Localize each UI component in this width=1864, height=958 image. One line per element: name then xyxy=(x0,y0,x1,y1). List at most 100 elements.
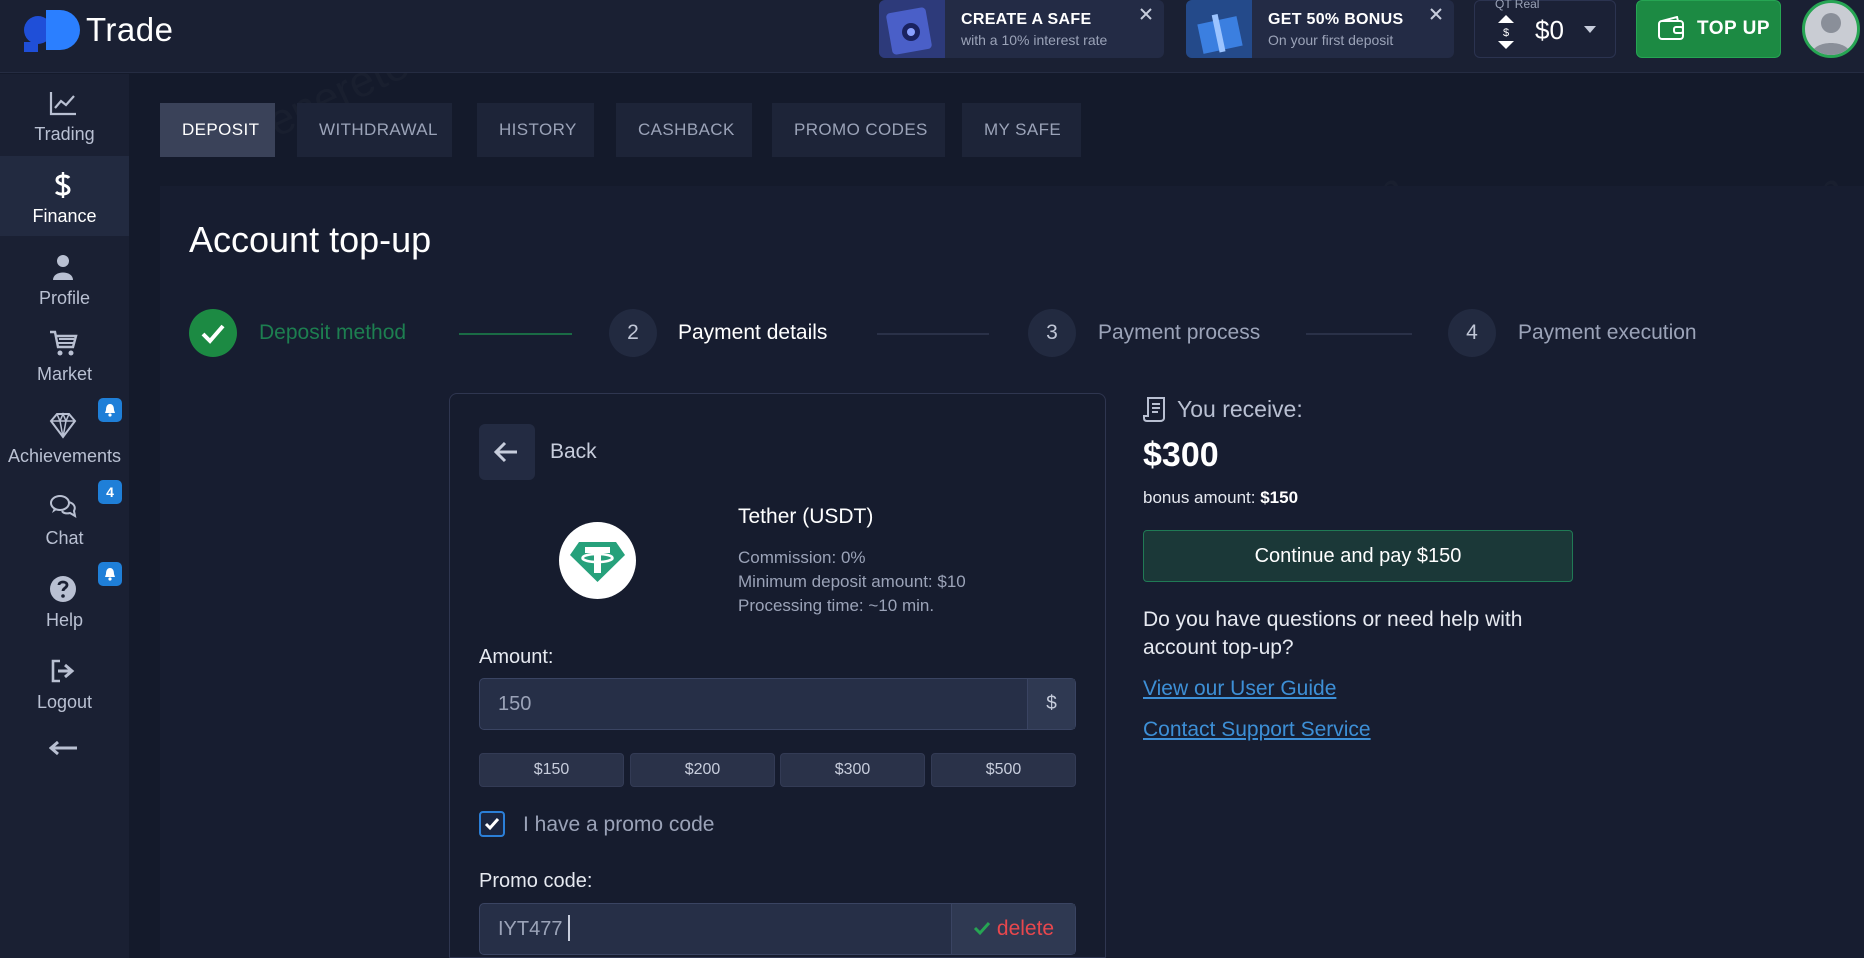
close-icon[interactable] xyxy=(1138,6,1154,22)
promo-title: CREATE A SAFE xyxy=(961,10,1092,28)
receive-label: You receive: xyxy=(1177,396,1303,422)
dollar-icon xyxy=(54,172,71,198)
chevron-down-icon[interactable] xyxy=(1583,25,1597,35)
page-title: Account top-up xyxy=(189,219,432,260)
tether-logo xyxy=(559,522,636,599)
sidebar-item-label: Market xyxy=(36,364,92,384)
collapse-arrow-icon[interactable] xyxy=(49,740,79,756)
step-3-label: Payment process xyxy=(1098,321,1261,344)
tab-my-safe[interactable]: MY SAFE xyxy=(962,103,1081,157)
promo-code-checkbox[interactable] xyxy=(479,811,505,837)
quick-amount-button[interactable]: $150 xyxy=(479,753,624,787)
sidebar-item-label: Logout xyxy=(36,692,93,712)
user-guide-link[interactable]: View our User Guide xyxy=(1143,677,1336,701)
promo-create-safe[interactable]: CREATE A SAFE with a 10% interest rate xyxy=(879,0,1164,58)
step-2-label: Payment details xyxy=(678,321,828,344)
promo-code-label: Promo code: xyxy=(479,870,593,892)
tab-history[interactable]: HISTORY xyxy=(477,103,594,157)
check-icon xyxy=(973,921,991,936)
sidebar-item-chat[interactable]: Chat 4 xyxy=(0,478,129,558)
check-icon xyxy=(484,818,500,831)
sidebar-item-label: Profile xyxy=(38,288,91,308)
receive-amount: $300 xyxy=(1143,436,1219,474)
check-icon xyxy=(201,324,225,344)
continue-pay-button[interactable]: Continue and pay $150 xyxy=(1143,530,1573,582)
sidebar-item-market[interactable]: Market xyxy=(0,314,129,394)
notification-badge xyxy=(98,398,122,422)
contact-support-link[interactable]: Contact Support Service xyxy=(1143,718,1371,742)
step-4-number: 4 xyxy=(1448,309,1496,357)
delete-label: delete xyxy=(996,917,1055,940)
dollar-swap-icon: $ xyxy=(1498,15,1514,49)
sidebar-item-help[interactable]: Help xyxy=(0,560,129,640)
sidebar-item-achievements[interactable]: Achievements xyxy=(0,396,129,476)
sidebar-item-finance[interactable]: Finance xyxy=(0,156,129,236)
arrow-left-icon xyxy=(493,441,517,463)
help-question: Do you have questions or need help with … xyxy=(1143,608,1523,659)
cart-icon xyxy=(50,330,78,356)
amount-label: Amount: xyxy=(479,646,554,668)
sidebar-item-label: Finance xyxy=(32,206,97,226)
sidebar-item-profile[interactable]: Profile xyxy=(0,238,129,318)
promo-title: GET 50% BONUS xyxy=(1268,10,1404,28)
delete-promo-button[interactable]: delete xyxy=(951,904,1075,954)
promo-code-input[interactable] xyxy=(480,904,950,954)
bonus-value: $150 xyxy=(1260,488,1299,507)
sidebar: Trading Finance Profile Market Achieveme… xyxy=(0,74,129,958)
bell-icon xyxy=(105,404,115,417)
quick-amount-button[interactable]: $300 xyxy=(780,753,925,787)
bell-icon xyxy=(105,568,115,581)
step-4-label: Payment execution xyxy=(1518,321,1697,344)
user-silhouette-icon xyxy=(1811,13,1851,55)
account-selector[interactable]: QT Real $ $0 xyxy=(1474,0,1616,58)
step-1-complete xyxy=(189,309,237,357)
tether-icon xyxy=(570,542,625,582)
close-icon[interactable] xyxy=(1428,6,1444,22)
sidebar-item-label: Chat xyxy=(45,528,84,548)
chat-count-badge: 4 xyxy=(98,480,122,504)
top-up-label: TOP UP xyxy=(1697,18,1771,39)
promo-subtitle: On your first deposit xyxy=(1268,31,1394,48)
quick-amount-button[interactable]: $500 xyxy=(931,753,1076,787)
step-connector xyxy=(877,333,989,335)
safe-icon xyxy=(879,0,945,58)
step-3-number: 3 xyxy=(1028,309,1076,357)
step-connector xyxy=(459,333,572,335)
receipt-icon xyxy=(1143,397,1165,422)
step-1-label: Deposit method xyxy=(259,321,407,344)
currency-suffix: $ xyxy=(1027,679,1075,729)
tab-promo-codes[interactable]: PROMO CODES xyxy=(772,103,945,157)
sidebar-item-label: Trading xyxy=(34,124,95,144)
sidebar-item-logout[interactable]: Logout xyxy=(0,642,129,722)
amount-field: $ xyxy=(479,678,1076,730)
sidebar-item-trading[interactable]: Trading xyxy=(0,74,129,154)
tab-deposit[interactable]: DEPOSIT xyxy=(160,103,275,157)
sidebar-item-label: Help xyxy=(45,610,84,630)
promo-subtitle: with a 10% interest rate xyxy=(961,31,1108,48)
avatar[interactable] xyxy=(1802,0,1860,58)
currency-symbol: $ xyxy=(1503,27,1509,39)
back-button[interactable] xyxy=(479,424,535,480)
processing-time-text: Processing time: ~10 min. xyxy=(738,596,935,615)
promo-bonus[interactable]: GET 50% BONUS On your first deposit xyxy=(1186,0,1454,58)
tab-withdrawal[interactable]: WITHDRAWAL xyxy=(297,103,452,157)
commission-text: Commission: 0% xyxy=(738,548,866,567)
min-deposit-text: Minimum deposit amount: $10 xyxy=(738,572,966,591)
top-up-button[interactable]: TOP UP xyxy=(1636,0,1781,58)
brand-logo[interactable]: Trade xyxy=(24,8,173,52)
top-bar: Trade CREATE A SAFE with a 10% interest … xyxy=(0,0,1864,73)
quick-amount-button[interactable]: $200 xyxy=(630,753,775,787)
amount-input[interactable] xyxy=(480,679,1026,729)
promo-code-checkbox-label[interactable]: I have a promo code xyxy=(523,813,714,837)
diamond-icon xyxy=(49,412,77,439)
gift-icon xyxy=(1186,0,1252,58)
step-2-number: 2 xyxy=(609,309,657,357)
back-label[interactable]: Back xyxy=(550,440,597,464)
account-balance: $0 xyxy=(1535,15,1564,45)
step-connector xyxy=(1306,333,1412,335)
logo-icon xyxy=(24,10,80,52)
tab-cashback[interactable]: CASHBACK xyxy=(616,103,752,157)
payment-method-info: Commission: 0% Minimum deposit amount: $… xyxy=(738,546,966,618)
account-type: QT Real xyxy=(1495,0,1540,11)
help-circle-icon xyxy=(50,576,76,602)
